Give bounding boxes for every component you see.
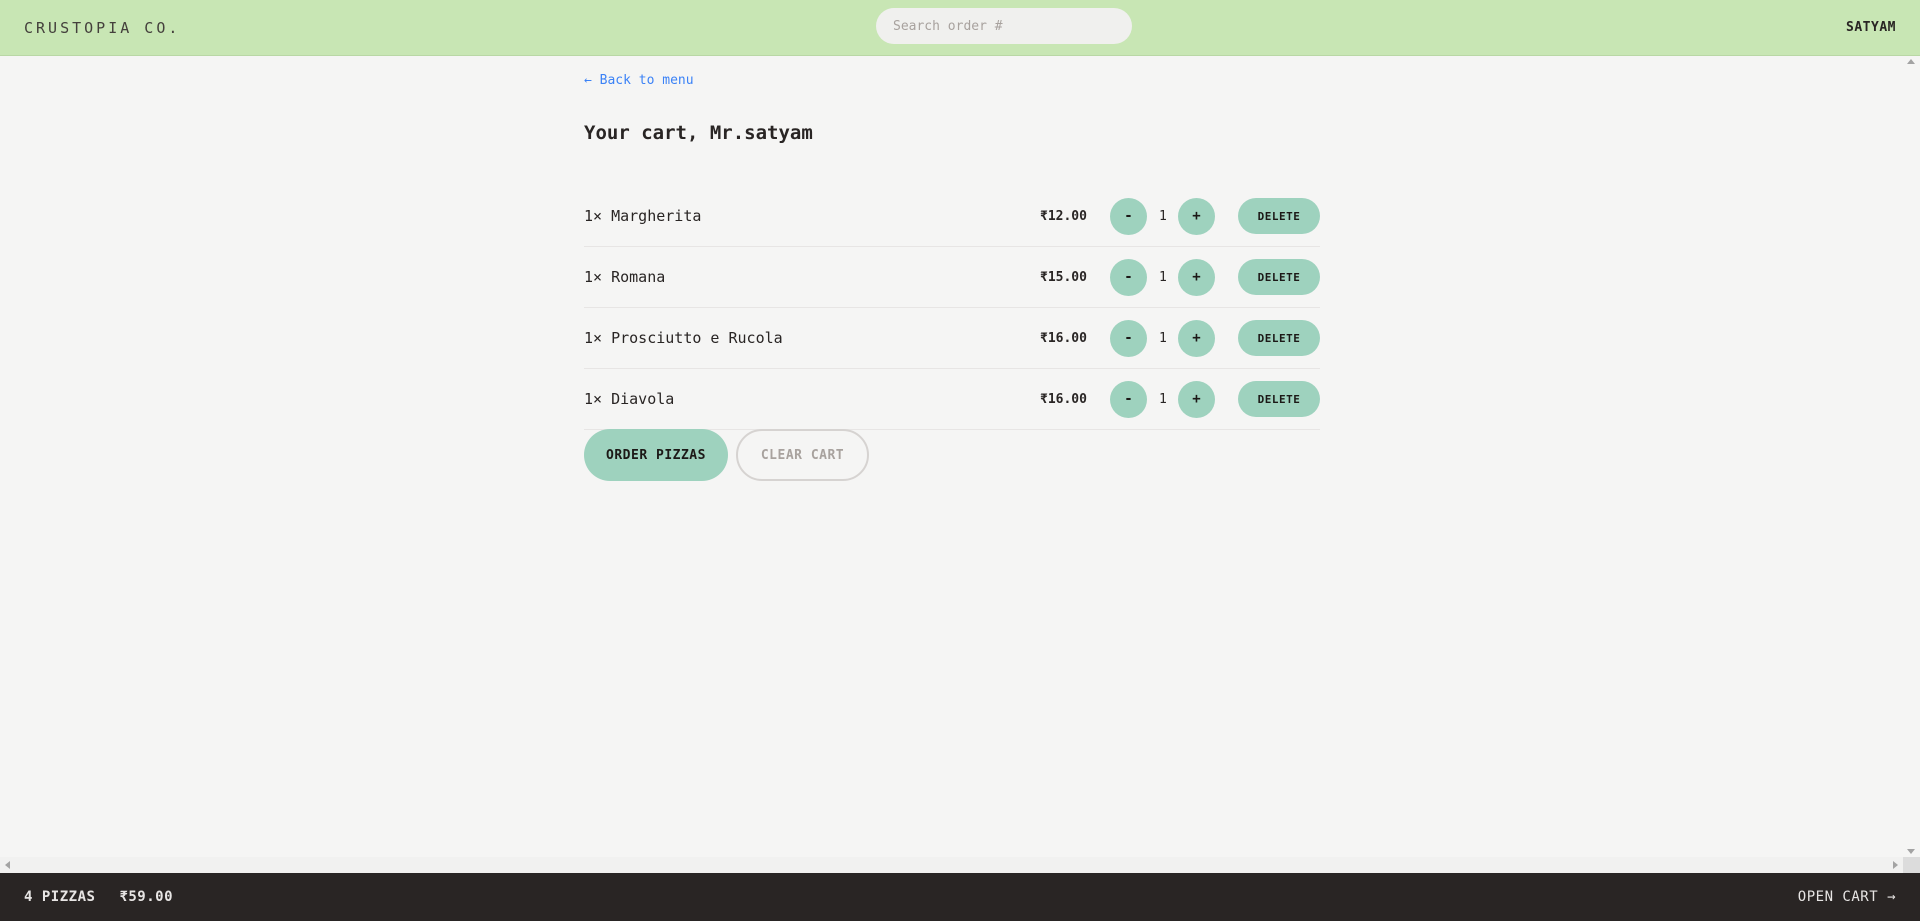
cart-item: 1× Margherita ₹12.00 - 1 + DELETE <box>584 186 1320 247</box>
decrease-quantity-button[interactable]: - <box>1110 197 1147 235</box>
cart-item-quantity: 1 <box>1159 269 1167 285</box>
cart-item-price: ₹16.00 <box>1040 330 1087 346</box>
delete-item-button[interactable]: DELETE <box>1238 381 1320 417</box>
cart-item-name: 1× Margherita <box>584 207 702 225</box>
page-title: Your cart, Mr.satyam <box>584 122 813 144</box>
delete-item-button[interactable]: DELETE <box>1238 320 1320 356</box>
username: SATYAM <box>1846 20 1896 35</box>
top-header: CRUSTOPIA CO. SATYAM <box>0 0 1920 56</box>
cart-overview-bar: 4 PIZZAS ₹59.00 OPEN CART → <box>0 873 1920 921</box>
search-order-input[interactable] <box>876 8 1132 44</box>
order-pizzas-button[interactable]: ORDER PIZZAS <box>584 429 728 481</box>
open-cart-link[interactable]: OPEN CART → <box>1798 889 1896 905</box>
scroll-up-icon[interactable] <box>1907 59 1915 64</box>
cart-item-name: 1× Diavola <box>584 390 675 408</box>
delete-item-button[interactable]: DELETE <box>1238 259 1320 295</box>
clear-cart-button[interactable]: CLEAR CART <box>736 429 869 481</box>
cart-item: 1× Prosciutto e Rucola ₹16.00 - 1 + DELE… <box>584 308 1320 369</box>
delete-item-button[interactable]: DELETE <box>1238 198 1320 234</box>
increase-quantity-button[interactable]: + <box>1178 380 1215 418</box>
cart-item-price: ₹16.00 <box>1040 391 1087 407</box>
cart-item-list: 1× Margherita ₹12.00 - 1 + DELETE 1× Rom… <box>584 186 1320 430</box>
back-to-menu-link[interactable]: ← Back to menu <box>584 73 694 88</box>
logo[interactable]: CRUSTOPIA CO. <box>24 19 180 37</box>
scroll-right-icon[interactable] <box>1893 861 1898 869</box>
cart-item-quantity: 1 <box>1159 330 1167 346</box>
cart-item: 1× Romana ₹15.00 - 1 + DELETE <box>584 247 1320 308</box>
cart-item-name: 1× Prosciutto e Rucola <box>584 329 783 347</box>
cart-summary: 4 PIZZAS ₹59.00 <box>24 889 173 905</box>
horizontal-scrollbar[interactable] <box>0 857 1903 873</box>
decrease-quantity-button[interactable]: - <box>1110 319 1147 357</box>
increase-quantity-button[interactable]: + <box>1178 319 1215 357</box>
cart-item-quantity: 1 <box>1159 208 1167 224</box>
cart-item-price: ₹12.00 <box>1040 208 1087 224</box>
increase-quantity-button[interactable]: + <box>1178 197 1215 235</box>
vertical-scrollbar[interactable] <box>1903 56 1920 857</box>
scroll-down-icon[interactable] <box>1907 849 1915 854</box>
cart-item: 1× Diavola ₹16.00 - 1 + DELETE <box>584 369 1320 430</box>
cart-item-name: 1× Romana <box>584 268 666 286</box>
scroll-left-icon[interactable] <box>5 861 10 869</box>
cart-total: ₹59.00 <box>119 889 174 905</box>
decrease-quantity-button[interactable]: - <box>1110 258 1147 296</box>
cart-item-quantity: 1 <box>1159 391 1167 407</box>
scrollbar-corner <box>1903 857 1920 873</box>
cart-item-price: ₹15.00 <box>1040 269 1087 285</box>
pizza-count: 4 PIZZAS <box>24 889 96 905</box>
decrease-quantity-button[interactable]: - <box>1110 380 1147 418</box>
increase-quantity-button[interactable]: + <box>1178 258 1215 296</box>
